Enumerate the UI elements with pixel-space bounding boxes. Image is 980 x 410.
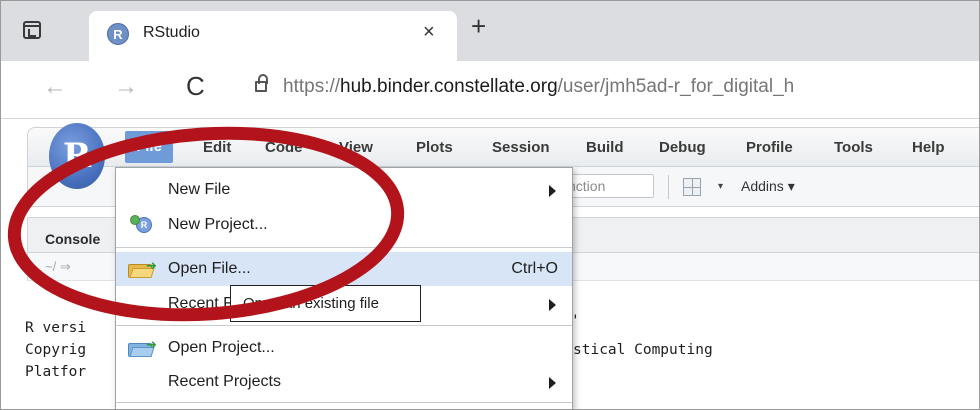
rstudio-r-logo: R (49, 123, 105, 189)
pane-layout-grid-icon[interactable] (683, 178, 701, 196)
submenu-arrow-icon (549, 377, 556, 389)
reload-icon[interactable]: C (186, 71, 205, 102)
url-host: hub.binder.constellate.org (340, 76, 558, 97)
menu-session[interactable]: Session (492, 139, 550, 156)
new-tab-icon[interactable]: + (471, 13, 486, 39)
menu-build[interactable]: Build (586, 139, 624, 156)
menu-tools[interactable]: Tools (834, 139, 873, 156)
browser-tab-strip: R RStudio × + (1, 1, 979, 61)
address-bar-url[interactable]: https://hub.binder.constellate.org/user/… (283, 76, 794, 98)
menu-item-shortcut: Ctrl+O (511, 260, 558, 277)
menu-profile[interactable]: Profile (746, 139, 793, 156)
console-path-hint: ~/ ⇒ (45, 259, 71, 274)
console-line: Platfor (25, 364, 87, 380)
window-menu-icon[interactable] (23, 21, 41, 39)
url-scheme: https:// (283, 76, 341, 97)
url-path: /user/jmh5ad-r_for_digital_h (557, 76, 795, 97)
console-computing-fragment: stical Computing (573, 342, 713, 358)
menu-item-open-file[interactable]: ➜ Open File... Ctrl+O (116, 252, 572, 286)
open-project-icon: ➜ (128, 337, 158, 358)
tab-console[interactable]: Console (45, 231, 100, 247)
menu-plots[interactable]: Plots (416, 139, 453, 156)
addins-label: Addins (741, 178, 784, 194)
goto-function-placeholder: nction (568, 178, 606, 194)
menu-separator (116, 402, 572, 403)
menu-edit[interactable]: Edit (203, 139, 231, 156)
browser-address-row: ← → C https://hub.binder.constellate.org… (1, 61, 979, 119)
menu-item-recent-projects[interactable]: Recent Projects (116, 365, 572, 399)
menu-help[interactable]: Help (912, 139, 945, 156)
menu-item-label: Open File... (168, 260, 251, 277)
new-project-icon: R (130, 215, 152, 235)
tab-close-icon[interactable]: × (423, 21, 435, 44)
menu-item-open-project[interactable]: ➜ Open Project... (116, 331, 572, 365)
menu-item-new-project[interactable]: R New Project... (116, 208, 572, 242)
menu-view[interactable]: View (339, 139, 373, 156)
console-line: Copyrig (25, 342, 87, 358)
forward-arrow-icon[interactable]: → (114, 73, 138, 101)
toolbar-separator (668, 175, 669, 199)
open-folder-icon: ➜ (128, 258, 158, 279)
rstudio-menubar: File Edit Code View Plots Session Build … (27, 127, 979, 167)
menu-item-new-file[interactable]: New File (116, 173, 572, 207)
lock-icon[interactable] (255, 74, 268, 92)
addins-caret-icon: ▾ (787, 178, 795, 194)
menu-item-label: New File (168, 181, 231, 198)
submenu-arrow-icon (549, 185, 556, 197)
pane-layout-caret-icon[interactable]: ▾ (718, 181, 723, 192)
menu-item-label: New Project... (168, 216, 268, 233)
addins-button[interactable]: Addins ▾ (741, 178, 795, 195)
screenshot-frame: R RStudio × + ← → C https://hub.binder.c… (0, 0, 980, 410)
menu-item-label: Recent Projects (168, 373, 281, 390)
menu-code[interactable]: Code (265, 139, 303, 156)
menu-item-label: Open Project... (168, 339, 275, 356)
console-line: R versi (25, 320, 87, 336)
menu-debug[interactable]: Debug (659, 139, 706, 156)
submenu-arrow-icon (549, 299, 556, 311)
browser-tab-rstudio[interactable]: R RStudio × (89, 11, 457, 61)
back-arrow-icon[interactable]: ← (43, 73, 67, 101)
menu-file[interactable]: File (125, 131, 173, 163)
menu-separator (116, 325, 572, 326)
open-file-tooltip: Open an existing file (230, 285, 421, 322)
rstudio-favicon-icon: R (107, 23, 129, 45)
tab-title: RStudio (143, 24, 200, 41)
menu-separator (116, 247, 572, 248)
